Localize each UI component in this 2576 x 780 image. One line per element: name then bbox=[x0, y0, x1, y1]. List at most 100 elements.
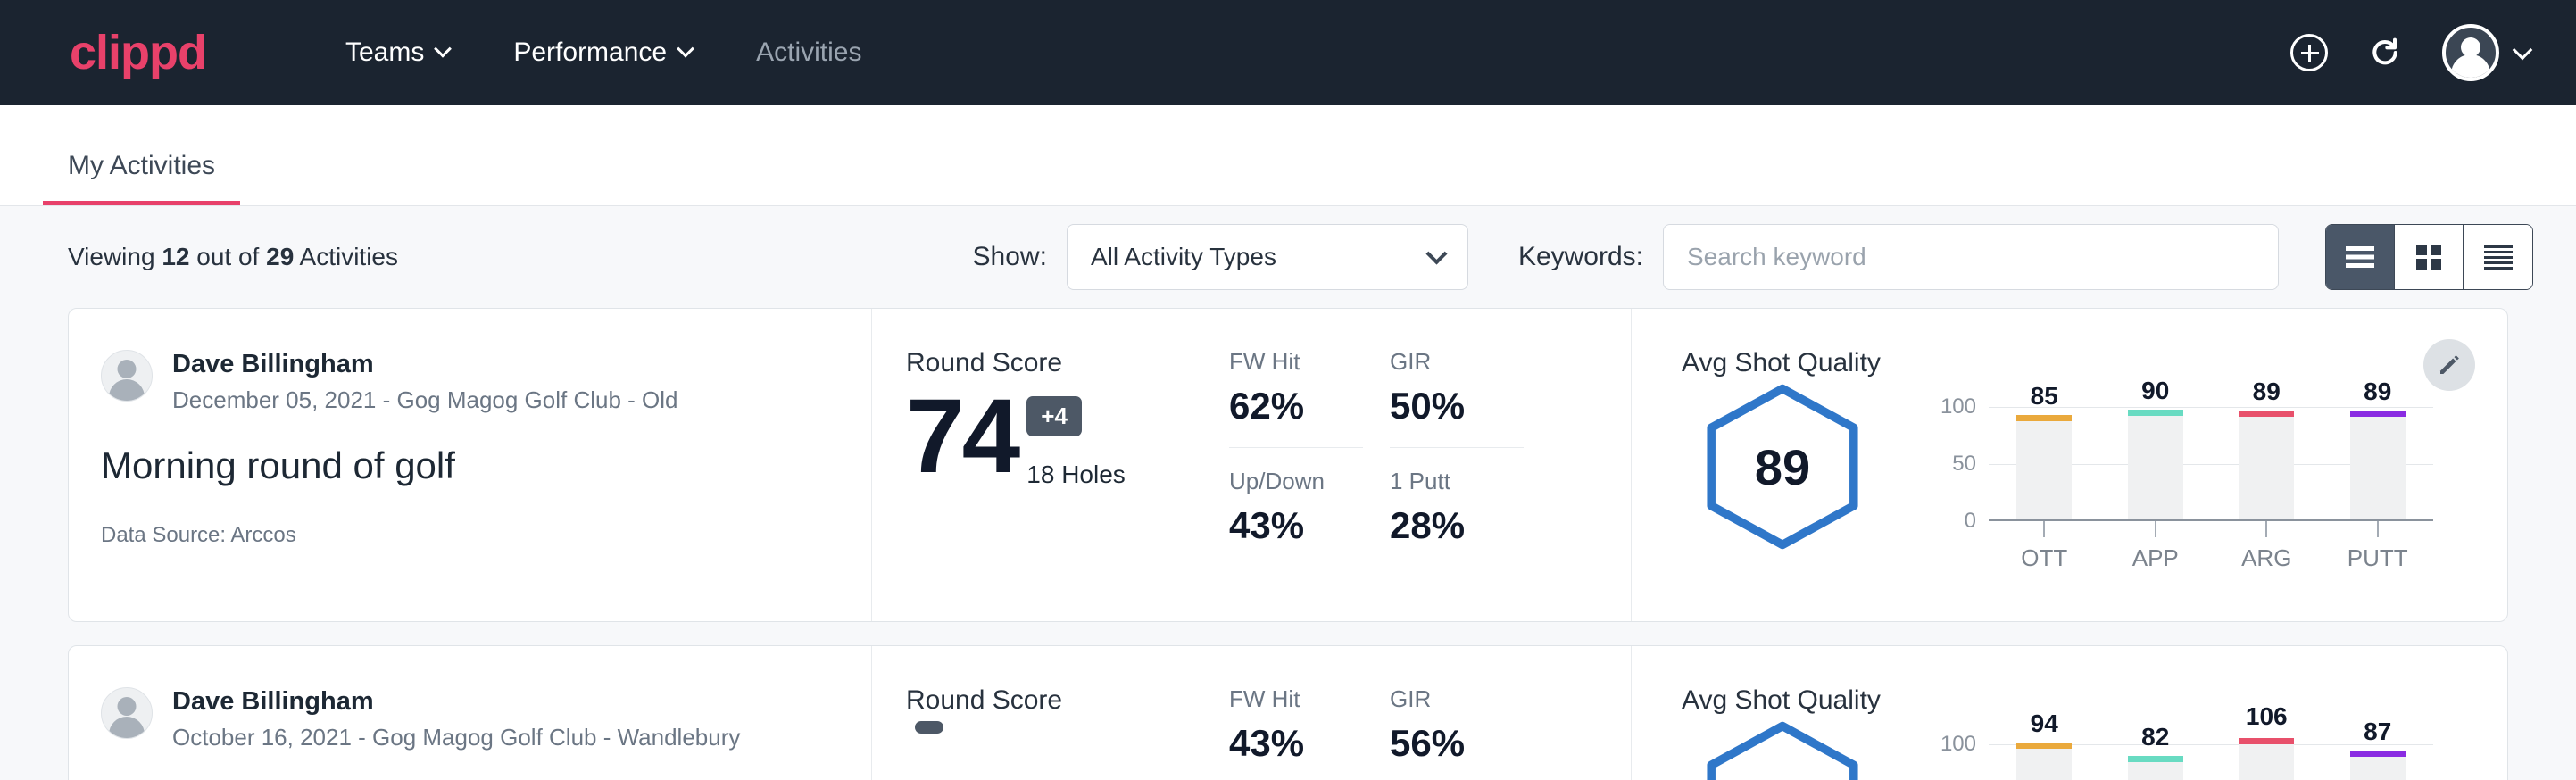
nav-item-label: Performance bbox=[513, 37, 667, 68]
filter-toolbar: Viewing 12 out of 29 Activities Show: Al… bbox=[0, 206, 2576, 308]
score-differential-badge bbox=[915, 721, 943, 734]
activity-info-column: Dave Billingham October 16, 2021 - Gog M… bbox=[69, 646, 872, 780]
avg-shot-quality-heading: Avg Shot Quality bbox=[1682, 685, 2507, 716]
shot-quality-score bbox=[1698, 719, 1867, 780]
stat-label-updown: Up/Down bbox=[1229, 468, 1390, 495]
main-nav-links: Teams Performance Activities bbox=[313, 37, 893, 68]
search-placeholder: Search keyword bbox=[1687, 243, 1866, 271]
viewing-prefix: Viewing bbox=[68, 243, 155, 270]
chart-y-tick-label: 0 bbox=[1965, 509, 1976, 534]
chart-plot-area: 050100948210687 bbox=[1989, 744, 2433, 780]
score-differential-badge: +4 bbox=[1026, 396, 1082, 436]
avatar bbox=[101, 687, 153, 739]
stat-group-left: FW Hit 62% Up/Down 43% bbox=[1229, 348, 1390, 621]
brand-logo[interactable]: clippd bbox=[70, 25, 206, 80]
avg-shot-quality-body: 89 05010085908989OTTAPPARGPUTT bbox=[1682, 382, 2507, 578]
activity-type-select[interactable]: All Activity Types bbox=[1067, 224, 1468, 290]
account-menu[interactable] bbox=[2442, 24, 2530, 81]
viewing-total: 29 bbox=[266, 243, 294, 270]
round-score-row: 74 +4 18 Holes bbox=[906, 384, 1229, 489]
chart-bar bbox=[2016, 421, 2072, 519]
viewing-middle: out of bbox=[196, 243, 259, 270]
stat-value-one-putt: 28% bbox=[1390, 504, 1550, 547]
nav-item-performance[interactable]: Performance bbox=[481, 37, 724, 68]
view-mode-compact-button[interactable] bbox=[2464, 225, 2532, 289]
chart-bar-value-label: 94 bbox=[2031, 709, 2058, 738]
top-navigation-bar: clippd Teams Performance Activities bbox=[0, 0, 2576, 105]
activity-title: Morning round of golf bbox=[101, 444, 835, 487]
nav-item-teams[interactable]: Teams bbox=[313, 37, 481, 68]
chart-bar bbox=[2350, 757, 2406, 780]
search-input[interactable]: Search keyword bbox=[1663, 224, 2279, 290]
chart-bar bbox=[2128, 416, 2183, 519]
filter-controls: Show: All Activity Types Keywords: Searc… bbox=[973, 224, 2533, 290]
avatar-body bbox=[109, 379, 145, 402]
chart-bar bbox=[2350, 417, 2406, 519]
chart-y-tick-label: 100 bbox=[1940, 732, 1976, 757]
chart-bar-value-label: 87 bbox=[2364, 718, 2391, 746]
chart-bar-value-label: 89 bbox=[2253, 378, 2281, 406]
activity-card[interactable]: Dave Billingham December 05, 2021 - Gog … bbox=[68, 308, 2508, 622]
activity-identity-row: Dave Billingham December 05, 2021 - Gog … bbox=[101, 350, 835, 414]
viewing-count: 12 bbox=[162, 243, 189, 270]
chart-bar-value-label: 85 bbox=[2031, 382, 2058, 411]
stat-label-one-putt: 1 Putt bbox=[1390, 468, 1550, 495]
activity-user-name: Dave Billingham bbox=[172, 687, 740, 717]
chart-y-tick-label: 100 bbox=[1940, 394, 1976, 419]
chart-bar-value-label: 90 bbox=[2141, 377, 2169, 405]
chart-bar-group: 94 bbox=[1989, 744, 2100, 780]
tab-my-activities[interactable]: My Activities bbox=[43, 151, 240, 205]
compact-view-icon bbox=[2482, 243, 2514, 271]
avg-shot-quality-column: Avg Shot Quality 89 05010085908989OTTAPP… bbox=[1631, 309, 2507, 621]
round-score-row bbox=[906, 721, 1229, 780]
nav-item-label: Activities bbox=[756, 37, 861, 68]
chart-bar bbox=[2016, 749, 2072, 780]
plus-circle-icon[interactable] bbox=[2290, 34, 2328, 71]
nav-item-activities[interactable]: Activities bbox=[724, 37, 893, 68]
list-view-icon bbox=[2344, 244, 2376, 270]
activity-meta: December 05, 2021 - Gog Magog Golf Club … bbox=[172, 386, 678, 414]
chart-bars: 948210687 bbox=[1989, 744, 2433, 780]
chart-bar-group: 85 bbox=[1989, 407, 2100, 519]
edit-activity-button[interactable] bbox=[2423, 339, 2475, 391]
activity-user-name: Dave Billingham bbox=[172, 350, 678, 379]
chart-bar-group: 89 bbox=[2323, 407, 2434, 519]
stat-label-gir: GIR bbox=[1390, 685, 1550, 713]
round-score-heading: Round Score bbox=[906, 685, 1229, 716]
round-score-heading: Round Score bbox=[906, 348, 1229, 378]
account-avatar-icon[interactable] bbox=[2442, 24, 2499, 81]
chart-x-tick-label: APP bbox=[2132, 544, 2179, 572]
stat-value-updown: 43% bbox=[1229, 504, 1390, 547]
round-score-column: Round Score bbox=[872, 646, 1229, 780]
shot-quality-bar-chart: 050100948210687OTTAPPARGPUTT bbox=[1933, 728, 2433, 780]
page-tab-bar: My Activities bbox=[0, 105, 2576, 206]
chart-bar-cap bbox=[2128, 410, 2183, 416]
grid-view-icon bbox=[2414, 243, 2443, 271]
stat-label-fw-hit: FW Hit bbox=[1229, 348, 1390, 376]
avatar-head bbox=[118, 697, 137, 716]
stat-group-right: GIR 56% bbox=[1390, 685, 1550, 780]
refresh-icon[interactable] bbox=[2367, 35, 2403, 71]
shot-quality-hexagon: 89 bbox=[1698, 382, 1867, 552]
activity-card[interactable]: Dave Billingham October 16, 2021 - Gog M… bbox=[68, 645, 2508, 780]
stat-value-fw-hit: 43% bbox=[1229, 722, 1390, 765]
view-mode-list-button[interactable] bbox=[2326, 225, 2395, 289]
chart-x-tick-mark bbox=[2043, 521, 2045, 537]
activity-identity-row: Dave Billingham October 16, 2021 - Gog M… bbox=[101, 687, 835, 751]
round-stats-column: FW Hit 62% Up/Down 43% GIR 50% 1 Putt 28… bbox=[1229, 309, 1631, 621]
chevron-down-icon bbox=[434, 40, 452, 58]
stat-value-fw-hit: 62% bbox=[1229, 385, 1390, 427]
chart-x-tick: APP bbox=[2100, 521, 2212, 572]
stat-value-gir: 56% bbox=[1390, 722, 1550, 765]
shot-quality-hexagon bbox=[1698, 719, 1867, 780]
chart-x-tick: PUTT bbox=[2323, 521, 2434, 572]
view-mode-grid-button[interactable] bbox=[2395, 225, 2464, 289]
shot-quality-score: 89 bbox=[1698, 382, 1867, 552]
chart-bar-cap bbox=[2128, 756, 2183, 762]
chart-bar-group: 87 bbox=[2323, 744, 2434, 780]
chart-bar bbox=[2239, 744, 2294, 780]
chart-x-tick: OTT bbox=[1989, 521, 2100, 572]
activity-card-list: Dave Billingham December 05, 2021 - Gog … bbox=[0, 308, 2576, 780]
viewing-count-text: Viewing 12 out of 29 Activities bbox=[68, 243, 398, 271]
chart-bar-value-label: 82 bbox=[2141, 723, 2169, 751]
